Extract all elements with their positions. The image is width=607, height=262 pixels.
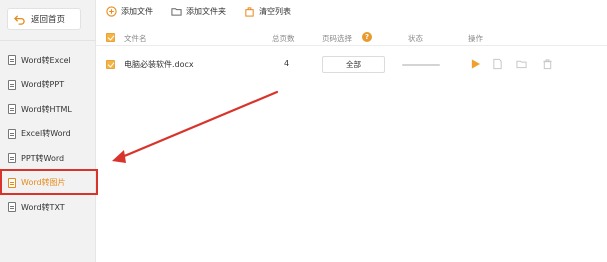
- header-page-select: 页码选择: [322, 34, 352, 43]
- header-status: 状态: [408, 34, 423, 43]
- highlight-annotation-box: [0, 169, 98, 195]
- sidebar-item-label: PPT转Word: [21, 153, 65, 163]
- row-total-pages: 4: [284, 59, 290, 68]
- play-icon[interactable]: [470, 58, 481, 70]
- sidebar-item-label: Word转TXT: [21, 202, 65, 212]
- sidebar-item-excel-to-word[interactable]: Excel转Word: [0, 122, 96, 147]
- status-progress-bar: [402, 64, 440, 66]
- file-icon[interactable]: [492, 58, 503, 70]
- folder-icon: [171, 8, 182, 16]
- back-icon: [14, 14, 25, 25]
- add-file-label: 添加文件: [121, 7, 153, 16]
- plus-circle-icon: [106, 6, 117, 17]
- sidebar-item-word-to-ppt[interactable]: Word转PPT: [0, 73, 96, 98]
- header-total-pages: 总页数: [272, 34, 295, 43]
- document-icon: [8, 79, 16, 90]
- table-row: 电脑必装软件.docx 4 全部: [96, 52, 607, 78]
- sidebar-item-label: Word转HTML: [21, 104, 72, 114]
- sidebar: 返回首页 Word转Excel Word转PPT Word转HTML Excel…: [0, 0, 96, 262]
- add-file-button[interactable]: 添加文件: [106, 6, 153, 17]
- sidebar-item-label: Excel转Word: [21, 129, 71, 139]
- sidebar-item-label: Word转PPT: [21, 80, 65, 90]
- sidebar-divider: [0, 40, 96, 41]
- sidebar-item-ppt-to-word[interactable]: PPT转Word: [0, 146, 96, 171]
- trash-icon[interactable]: [542, 58, 553, 70]
- row-checkbox[interactable]: [106, 60, 115, 69]
- clear-list-label: 清空列表: [259, 7, 291, 16]
- sidebar-item-label: Word转Excel: [21, 55, 71, 65]
- clear-list-button[interactable]: 清空列表: [244, 6, 291, 17]
- folder-open-icon[interactable]: [516, 58, 527, 70]
- page-select-button[interactable]: 全部: [322, 56, 385, 73]
- toolbar: 添加文件 添加文件夹 清空列表: [96, 0, 607, 23]
- document-icon: [8, 55, 16, 66]
- clear-icon: [245, 7, 254, 17]
- file-table-header: 文件名 总页数 页码选择 ? 状态 操作: [96, 30, 607, 46]
- sidebar-item-word-to-excel[interactable]: Word转Excel: [0, 48, 96, 73]
- add-folder-button[interactable]: 添加文件夹: [171, 6, 226, 17]
- document-icon: [8, 153, 16, 164]
- sidebar-item-word-to-txt[interactable]: Word转TXT: [0, 195, 96, 220]
- back-home-label: 返回首页: [31, 15, 66, 25]
- row-file-name: 电脑必装软件.docx: [124, 60, 194, 69]
- add-folder-label: 添加文件夹: [186, 7, 226, 16]
- select-all-checkbox[interactable]: [106, 33, 115, 42]
- sidebar-item-word-to-html[interactable]: Word转HTML: [0, 97, 96, 122]
- back-home-button[interactable]: 返回首页: [7, 8, 81, 30]
- header-actions: 操作: [468, 34, 483, 43]
- document-icon: [8, 104, 16, 115]
- help-icon[interactable]: ?: [362, 32, 372, 42]
- document-icon: [8, 128, 16, 139]
- document-icon: [8, 202, 16, 213]
- header-file-name: 文件名: [124, 34, 147, 43]
